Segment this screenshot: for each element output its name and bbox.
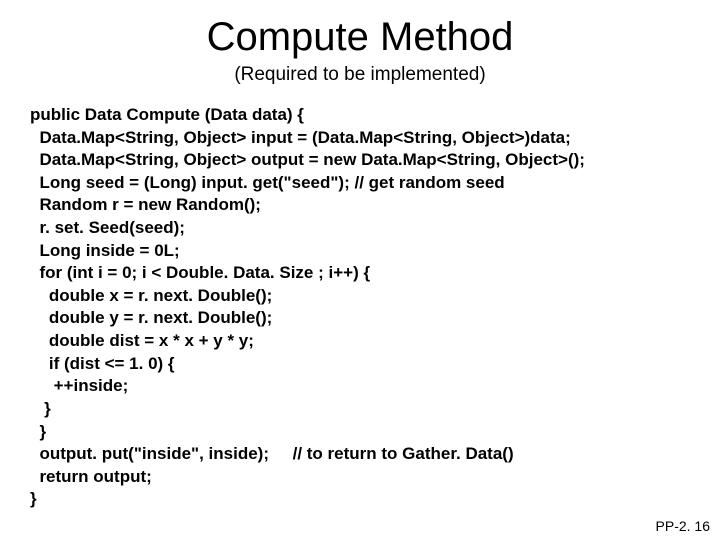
page-number: PP-2. 16 [656,518,710,534]
slide-subtitle: (Required to be implemented) [30,64,690,86]
code-block: public Data Compute (Data data) { Data.M… [30,104,690,511]
slide-title: Compute Method [30,15,690,60]
